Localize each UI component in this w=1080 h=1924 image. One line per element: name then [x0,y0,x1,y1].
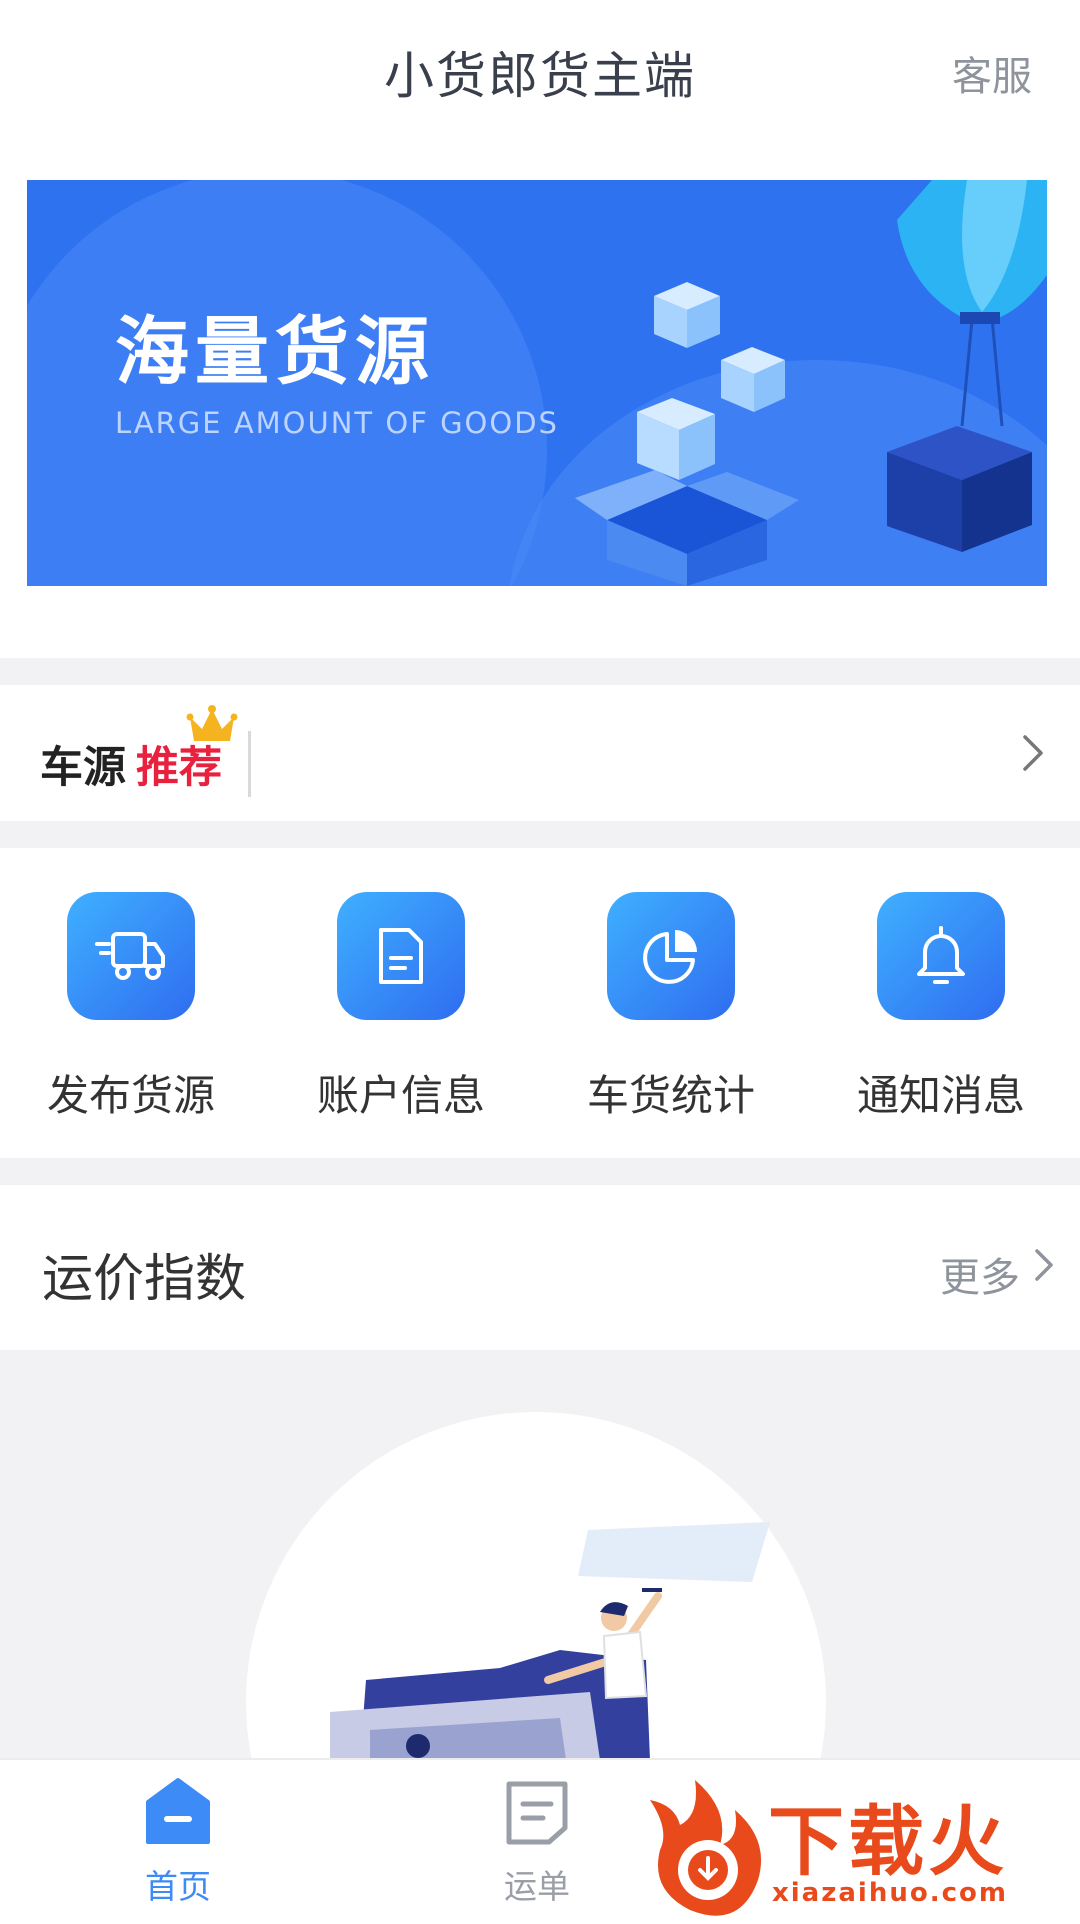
quick-action-label: 发布货源 [46,1071,215,1120]
watermark: 下载火 xiazaihuo.com [640,1770,1080,1920]
banner-subtitle: LARGE AMOUNT OF GOODS [115,406,559,440]
publish-goods-button[interactable]: 发布货源 [16,892,246,1132]
app-header: 小货郎货主端 客服 [0,0,1080,150]
section-divider [0,1158,1080,1185]
truck-icon [67,892,195,1020]
statistics-button[interactable]: 车货统计 [556,892,786,1132]
quick-actions-grid: 发布货源 账户信息 车货统计 通知消息 [0,848,1080,1158]
document-icon [337,892,465,1020]
bell-icon [877,892,1005,1020]
freight-index-title: 运价指数 [42,1250,247,1309]
watermark-text: 下载火 [768,1797,1008,1886]
page-title: 小货郎货主端 [384,47,696,105]
quick-action-label: 通知消息 [856,1071,1025,1120]
crown-icon [186,705,238,741]
empty-state-illustration [330,1522,770,1760]
divider [248,731,251,797]
waybill-icon [506,1781,568,1845]
section-divider [0,658,1080,685]
tab-home[interactable]: 首页 [78,1760,278,1922]
freight-index-empty-state [0,1350,1080,1760]
watermark-url: xiazaihuo.com [772,1878,1008,1908]
account-info-button[interactable]: 账户信息 [286,892,516,1132]
section-divider [0,821,1080,848]
promo-banner[interactable]: 海量货源 LARGE AMOUNT OF GOODS [27,180,1047,586]
recommend-label-main: 车源 [40,743,126,793]
pie-chart-icon [607,892,735,1020]
banner-headline: 海量货源 [115,309,435,395]
chevron-right-icon[interactable] [1032,1247,1056,1283]
notifications-button[interactable]: 通知消息 [826,892,1056,1132]
flame-logo-icon [650,1780,762,1916]
quick-action-label: 账户信息 [316,1071,485,1120]
more-link[interactable]: 更多 [940,1245,1020,1303]
home-icon [146,1778,210,1844]
chevron-right-icon[interactable] [1020,733,1046,773]
quick-action-label: 车货统计 [586,1071,755,1120]
tab-waybill[interactable]: 运单 [437,1760,637,1922]
freight-index-section: 运价指数 更多 [0,1185,1080,1350]
vehicle-recommend-row[interactable]: 车源 推荐 [0,685,1080,821]
customer-service-button[interactable]: 客服 [952,44,1032,102]
tab-label: 首页 [145,1867,211,1906]
tab-label: 运单 [504,1867,570,1906]
